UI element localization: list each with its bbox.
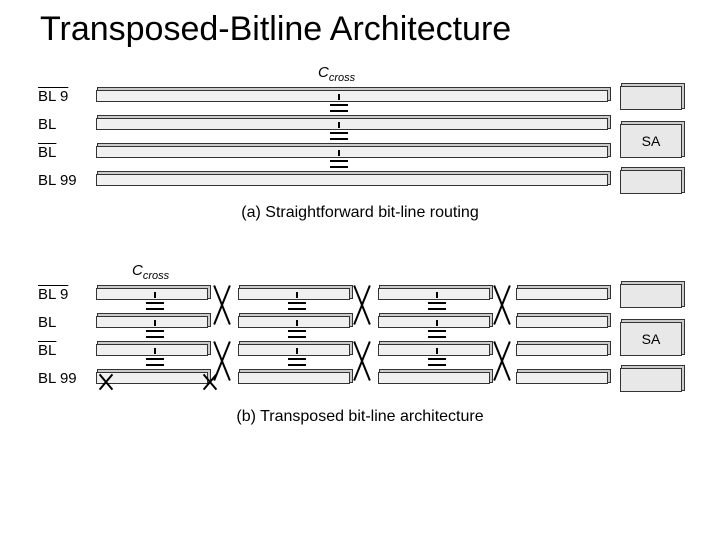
- bar-bl-a: [96, 118, 608, 130]
- bar-b-r3-s4: [516, 344, 608, 356]
- label-bl: BL: [38, 116, 88, 133]
- bar-b-r4-s3: [378, 372, 490, 384]
- row-bl99-a: BL 99: [38, 170, 682, 196]
- label-blbar: BL: [38, 144, 88, 161]
- bar-b-r4-s4: [516, 372, 608, 384]
- label-bl9bar-b: BL 9: [38, 286, 88, 303]
- sa-box-a-1: [620, 86, 682, 110]
- bar-bl9bar-a: [96, 90, 608, 102]
- bar-bl99-a: [96, 174, 608, 186]
- label-blbar-b: BL: [38, 342, 88, 359]
- caption-b: (b) Transposed bit-line architecture: [38, 408, 682, 426]
- ccross-sub-b: cross: [143, 270, 169, 282]
- sa-box-b-1: [620, 284, 682, 308]
- bar-b-r2-s4: [516, 316, 608, 328]
- sa-box-a-3: [620, 170, 682, 194]
- bar-b-r4-s2: [238, 372, 350, 384]
- xmark-b-bl1: [98, 374, 114, 390]
- label-bl-b: BL: [38, 314, 88, 331]
- ccross-label-b: Ccross: [132, 262, 169, 282]
- ccross-label-a: Ccross: [318, 64, 355, 84]
- row-blbar-a: BL: [38, 142, 682, 168]
- figure-b: Ccross BL 9 BL SA BL: [38, 270, 682, 470]
- sa-box-b-3: [620, 368, 682, 392]
- ccross-c-b: C: [132, 262, 143, 279]
- ccross-c: C: [318, 64, 329, 81]
- label-bl99-b: BL 99: [38, 370, 88, 387]
- row-bl-b: BL SA: [38, 312, 682, 338]
- label-bl9bar: BL 9: [38, 88, 88, 105]
- row-bl99-b: BL 99: [38, 368, 682, 394]
- label-bl99: BL 99: [38, 172, 88, 189]
- xmark-b-bl2: [202, 374, 218, 390]
- caption-a: (a) Straightforward bit-line routing: [38, 204, 682, 222]
- bar-blbar-a: [96, 146, 608, 158]
- ccross-sub: cross: [329, 72, 355, 84]
- row-bl9bar-a: BL 9: [38, 86, 682, 112]
- bar-b-r1-s4: [516, 288, 608, 300]
- row-bl-a: BL SA: [38, 114, 682, 140]
- page-title: Transposed-Bitline Architecture: [0, 10, 720, 49]
- figure-a: Ccross BL 9 BL SA BL BL 99 (a) Straightf…: [38, 72, 682, 232]
